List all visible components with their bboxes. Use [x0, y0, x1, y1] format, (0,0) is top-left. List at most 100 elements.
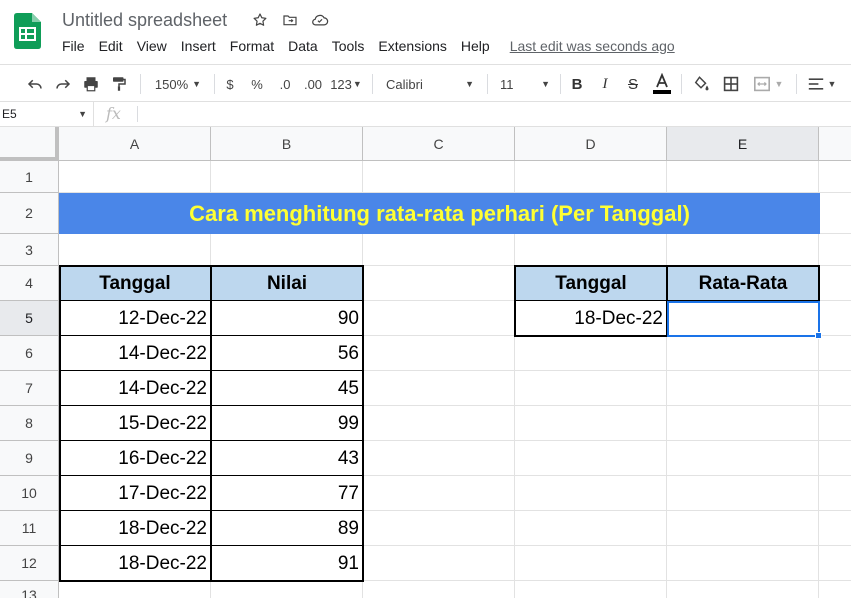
font-size-select[interactable]: 11 ▼	[496, 65, 554, 103]
chevron-down-icon: ▼	[352, 79, 362, 89]
cell-b5[interactable]: 90	[211, 301, 363, 336]
font-family-value: Calibri	[386, 76, 423, 92]
menu-edit[interactable]: Edit	[99, 38, 123, 54]
column-header-c[interactable]: C	[363, 127, 515, 161]
print-icon[interactable]	[79, 65, 103, 103]
fill-handle[interactable]	[815, 332, 822, 339]
star-icon[interactable]	[250, 10, 270, 30]
header-result-tanggal[interactable]: Tanggal	[515, 266, 667, 301]
text-color-icon[interactable]	[650, 65, 674, 103]
cell-b9[interactable]: 43	[211, 441, 363, 476]
cell-b10[interactable]: 77	[211, 476, 363, 511]
cell-b11[interactable]: 89	[211, 511, 363, 546]
row-header-12[interactable]: 12	[0, 546, 59, 581]
menu-extensions[interactable]: Extensions	[378, 38, 446, 54]
decrease-decimal-button[interactable]: .0	[274, 65, 296, 103]
bold-icon[interactable]: B	[566, 65, 588, 103]
chevron-down-icon: ▼	[541, 79, 550, 89]
chevron-down-icon: ▼	[192, 79, 202, 89]
increase-decimal-label: .00	[303, 76, 323, 92]
formula-bar: E5 ▼ fx	[0, 102, 851, 127]
zoom-select[interactable]: 150% ▼	[150, 65, 206, 103]
row-header-10[interactable]: 10	[0, 476, 59, 511]
font-size-value: 11	[500, 76, 514, 92]
last-edit-link[interactable]: Last edit was seconds ago	[510, 38, 675, 54]
cell-a11[interactable]: 18-Dec-22	[59, 511, 211, 546]
italic-icon[interactable]: I	[594, 65, 616, 103]
row-header-13[interactable]: 13	[0, 581, 59, 598]
cell-b8[interactable]: 99	[211, 406, 363, 441]
column-header-a[interactable]: A	[59, 127, 211, 161]
cell-b6[interactable]: 56	[211, 336, 363, 371]
cell-a10[interactable]: 17-Dec-22	[59, 476, 211, 511]
document-title[interactable]: Untitled spreadsheet	[62, 10, 227, 31]
cell-a9[interactable]: 16-Dec-22	[59, 441, 211, 476]
cell-a8[interactable]: 15-Dec-22	[59, 406, 211, 441]
menu-help[interactable]: Help	[461, 38, 490, 54]
menu-bar: File Edit View Insert Format Data Tools …	[62, 38, 675, 54]
paint-format-icon[interactable]	[107, 65, 131, 103]
strikethrough-icon[interactable]: S	[622, 65, 644, 103]
fill-color-icon[interactable]	[689, 65, 713, 103]
column-header-e[interactable]: E	[667, 127, 819, 161]
row-header-6[interactable]: 6	[0, 336, 59, 371]
chevron-down-icon: ▼	[465, 79, 474, 89]
font-family-select[interactable]: Calibri ▼	[382, 65, 478, 103]
fx-icon: fx	[106, 104, 121, 123]
chevron-down-icon: ▼	[78, 109, 87, 119]
cell-a12[interactable]: 18-Dec-22	[59, 546, 211, 581]
row-header-3[interactable]: 3	[0, 234, 59, 266]
row-header-11[interactable]: 11	[0, 511, 59, 546]
name-box[interactable]: E5 ▼	[0, 102, 94, 126]
select-all-corner[interactable]	[0, 127, 59, 161]
header-nilai[interactable]: Nilai	[211, 266, 363, 301]
cell-d5[interactable]: 18-Dec-22	[515, 301, 667, 336]
row-header-1[interactable]: 1	[0, 161, 59, 193]
title-banner[interactable]: Cara menghitung rata-rata perhari (Per T…	[59, 193, 820, 234]
row-header-2[interactable]: 2	[0, 193, 59, 234]
zoom-value: 150%	[154, 76, 189, 92]
name-box-value: E5	[2, 107, 17, 121]
cell-b12[interactable]: 91	[211, 546, 363, 581]
cell-a5[interactable]: 12-Dec-22	[59, 301, 211, 336]
menu-data[interactable]: Data	[288, 38, 318, 54]
decrease-decimal-label: .0	[279, 76, 291, 92]
header-rata-rata[interactable]: Rata-Rata	[667, 266, 819, 301]
menu-tools[interactable]: Tools	[332, 38, 365, 54]
active-cell-selection	[667, 301, 820, 337]
formula-input[interactable]	[144, 102, 844, 126]
horizontal-align-icon[interactable]: ▼	[804, 65, 840, 103]
menu-insert[interactable]: Insert	[181, 38, 216, 54]
row-header-4[interactable]: 4	[0, 266, 59, 301]
increase-decimal-button[interactable]: .00	[300, 65, 326, 103]
sheets-logo-icon[interactable]	[14, 13, 41, 49]
menu-format[interactable]: Format	[230, 38, 274, 54]
more-formats-label: 123	[330, 76, 352, 92]
column-header-f[interactable]	[819, 127, 851, 161]
chevron-down-icon: ▼	[774, 79, 784, 89]
merge-cells-icon[interactable]: ▼	[748, 65, 788, 103]
spreadsheet-grid: A B C D E 1 2 3 4 5 6 7 8 9 10 11 12 13 …	[0, 127, 851, 598]
row-header-5[interactable]: 5	[0, 301, 59, 336]
currency-button[interactable]: $	[220, 65, 240, 103]
row-header-8[interactable]: 8	[0, 406, 59, 441]
row-header-9[interactable]: 9	[0, 441, 59, 476]
cell-b7[interactable]: 45	[211, 371, 363, 406]
column-header-b[interactable]: B	[211, 127, 363, 161]
cloud-status-icon[interactable]	[310, 10, 330, 30]
top-bar: Untitled spreadsheet File Edit View Inse…	[0, 0, 851, 64]
menu-file[interactable]: File	[62, 38, 85, 54]
borders-icon[interactable]	[719, 65, 743, 103]
cell-a6[interactable]: 14-Dec-22	[59, 336, 211, 371]
column-header-d[interactable]: D	[515, 127, 667, 161]
header-tanggal[interactable]: Tanggal	[59, 266, 211, 301]
menu-view[interactable]: View	[137, 38, 167, 54]
toolbar: 150% ▼ $ % .0 .00 123 ▼ Calibri ▼ 11 ▼ B I S…	[0, 64, 851, 102]
cell-a7[interactable]: 14-Dec-22	[59, 371, 211, 406]
redo-icon[interactable]	[51, 65, 75, 103]
more-formats-button[interactable]: 123 ▼	[329, 65, 363, 103]
row-header-7[interactable]: 7	[0, 371, 59, 406]
move-folder-icon[interactable]	[280, 10, 300, 30]
undo-icon[interactable]	[23, 65, 47, 103]
percent-button[interactable]: %	[246, 65, 268, 103]
